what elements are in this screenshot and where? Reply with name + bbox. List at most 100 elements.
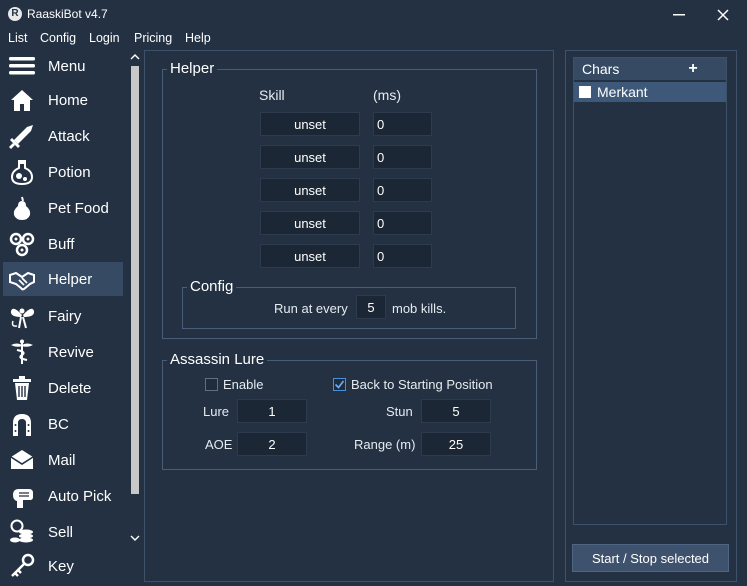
sidebar-item-label: Fairy	[48, 307, 82, 325]
sidebar-item-label: Key	[48, 557, 74, 575]
horseshoe-icon	[9, 411, 35, 437]
skill-select-4[interactable]: unset	[260, 211, 360, 235]
menu-config[interactable]: Config	[40, 31, 76, 45]
ms-input-1[interactable]: 0	[373, 112, 432, 136]
ms-input-3[interactable]: 0	[373, 178, 432, 202]
ms-input-2[interactable]: 0	[373, 145, 432, 169]
back-to-start-label: Back to Starting Position	[351, 377, 493, 392]
sidebar-item-delete[interactable]: Delete	[3, 371, 123, 405]
lure-input[interactable]: 1	[237, 399, 307, 423]
stun-input[interactable]: 5	[421, 399, 491, 423]
caduceus-icon	[9, 339, 35, 365]
run-at-every-label: Run at every	[274, 301, 348, 316]
spiral-icon	[9, 231, 35, 257]
sidebar-item-attack[interactable]: Attack	[3, 119, 123, 153]
potion-flask-icon	[9, 159, 35, 185]
back-to-start-checkbox[interactable]	[333, 378, 346, 391]
sidebar-item-revive[interactable]: Revive	[3, 335, 123, 369]
sidebar-item-label: Buff	[48, 235, 75, 253]
window-title: RaaskiBot v4.7	[27, 7, 108, 21]
sidebar-item-label: Potion	[48, 163, 91, 181]
skill-select-3[interactable]: unset	[260, 178, 360, 202]
lure-label: Lure	[203, 404, 230, 419]
add-char-button[interactable]: +	[678, 59, 708, 79]
config-group: Config Run at every 5 mob kills.	[182, 278, 516, 329]
aoe-input[interactable]: 2	[237, 432, 307, 456]
sidebar-scrollbar[interactable]	[129, 48, 141, 586]
chevron-down-icon	[130, 535, 140, 541]
assassin-lure-group-title: Assassin Lure	[167, 351, 268, 368]
fairy-icon	[9, 303, 35, 329]
minimize-button[interactable]	[664, 4, 694, 26]
main-panel: Helper Skill (ms) unset 0 unset 0 unset …	[144, 50, 554, 582]
coins-icon	[9, 519, 35, 545]
chevron-up-icon	[130, 54, 140, 60]
sidebar-item-bc[interactable]: BC	[3, 407, 123, 441]
trash-icon	[9, 375, 35, 401]
range-label: Range (m)	[354, 437, 416, 452]
assassin-lure-group: Assassin Lure Enable Back to Starting Po…	[162, 351, 537, 470]
sidebar-item-label: Delete	[48, 379, 92, 397]
sidebar-item-label: Home	[48, 91, 89, 109]
scroll-up-button[interactable]	[129, 51, 141, 63]
close-button[interactable]	[708, 4, 738, 26]
char-name: Merkant	[597, 84, 648, 100]
sidebar-item-label: Sell	[48, 523, 74, 541]
enable-checkbox[interactable]	[205, 378, 218, 391]
sidebar-item-label: Revive	[48, 343, 94, 361]
sidebar-item-potion[interactable]: Potion	[3, 155, 123, 189]
sidebar-item-pet-food[interactable]: Pet Food	[3, 191, 123, 225]
mob-kills-input[interactable]: 5	[356, 295, 386, 319]
sidebar-item-auto-pick[interactable]: Auto Pick	[3, 479, 123, 513]
stun-label: Stun	[386, 404, 413, 419]
start-stop-button[interactable]: Start / Stop selected	[572, 544, 729, 572]
ms-input-5[interactable]: 0	[373, 244, 432, 268]
menu-pricing[interactable]: Pricing	[134, 31, 172, 45]
skill-column-header: Skill	[259, 87, 285, 103]
chars-header: Chars +	[574, 58, 726, 80]
sidebar-item-label: BC	[48, 415, 69, 433]
sidebar-item-key[interactable]: Key	[3, 549, 123, 583]
sidebar-item-menu[interactable]: Menu	[3, 49, 123, 83]
mob-kills-label: mob kills.	[392, 301, 447, 316]
envelope-icon	[9, 447, 35, 473]
house-icon	[9, 87, 35, 113]
sword-icon	[9, 123, 35, 149]
app-logo-icon: R	[8, 7, 22, 21]
ms-column-header: (ms)	[373, 87, 401, 103]
sidebar-item-label: Mail	[48, 451, 76, 469]
key-icon	[9, 553, 35, 579]
ms-input-4[interactable]: 0	[373, 211, 432, 235]
skill-select-5[interactable]: unset	[260, 244, 360, 268]
enable-label: Enable	[223, 377, 264, 392]
sidebar-item-helper[interactable]: Helper	[3, 262, 123, 296]
sidebar: Menu Home Attack Potion Pet Food Buff He…	[0, 48, 142, 586]
scroll-thumb[interactable]	[131, 66, 139, 494]
sidebar-item-home[interactable]: Home	[3, 83, 123, 117]
menu-help[interactable]: Help	[185, 31, 211, 45]
sidebar-item-mail[interactable]: Mail	[3, 443, 123, 477]
minimize-icon	[673, 14, 685, 16]
sidebar-item-label: Menu	[48, 57, 86, 75]
char-checkbox[interactable]	[579, 86, 591, 98]
list-item[interactable]: Merkant	[574, 82, 726, 102]
sidebar-item-fairy[interactable]: Fairy	[3, 299, 123, 333]
sidebar-item-label: Attack	[48, 127, 90, 145]
skill-select-1[interactable]: unset	[260, 112, 360, 136]
helper-group-title: Helper	[167, 60, 218, 77]
menu-login[interactable]: Login	[89, 31, 120, 45]
hamburger-icon	[9, 53, 35, 79]
aoe-label: AOE	[205, 437, 233, 452]
checkmark-icon	[334, 380, 345, 389]
range-input[interactable]: 25	[421, 432, 491, 456]
sidebar-item-sell[interactable]: Sell	[3, 515, 123, 549]
sidebar-item-buff[interactable]: Buff	[3, 227, 123, 261]
menu-list[interactable]: List	[8, 31, 27, 45]
chars-panel: Chars + Merkant Start / Stop selected	[565, 50, 737, 582]
sidebar-item-label: Helper	[48, 270, 93, 288]
scroll-down-button[interactable]	[129, 532, 141, 544]
skill-select-2[interactable]: unset	[260, 145, 360, 169]
helper-group: Helper Skill (ms) unset 0 unset 0 unset …	[162, 60, 537, 339]
title-bar: R RaaskiBot v4.7	[0, 0, 747, 30]
sidebar-item-label: Pet Food	[48, 199, 109, 217]
